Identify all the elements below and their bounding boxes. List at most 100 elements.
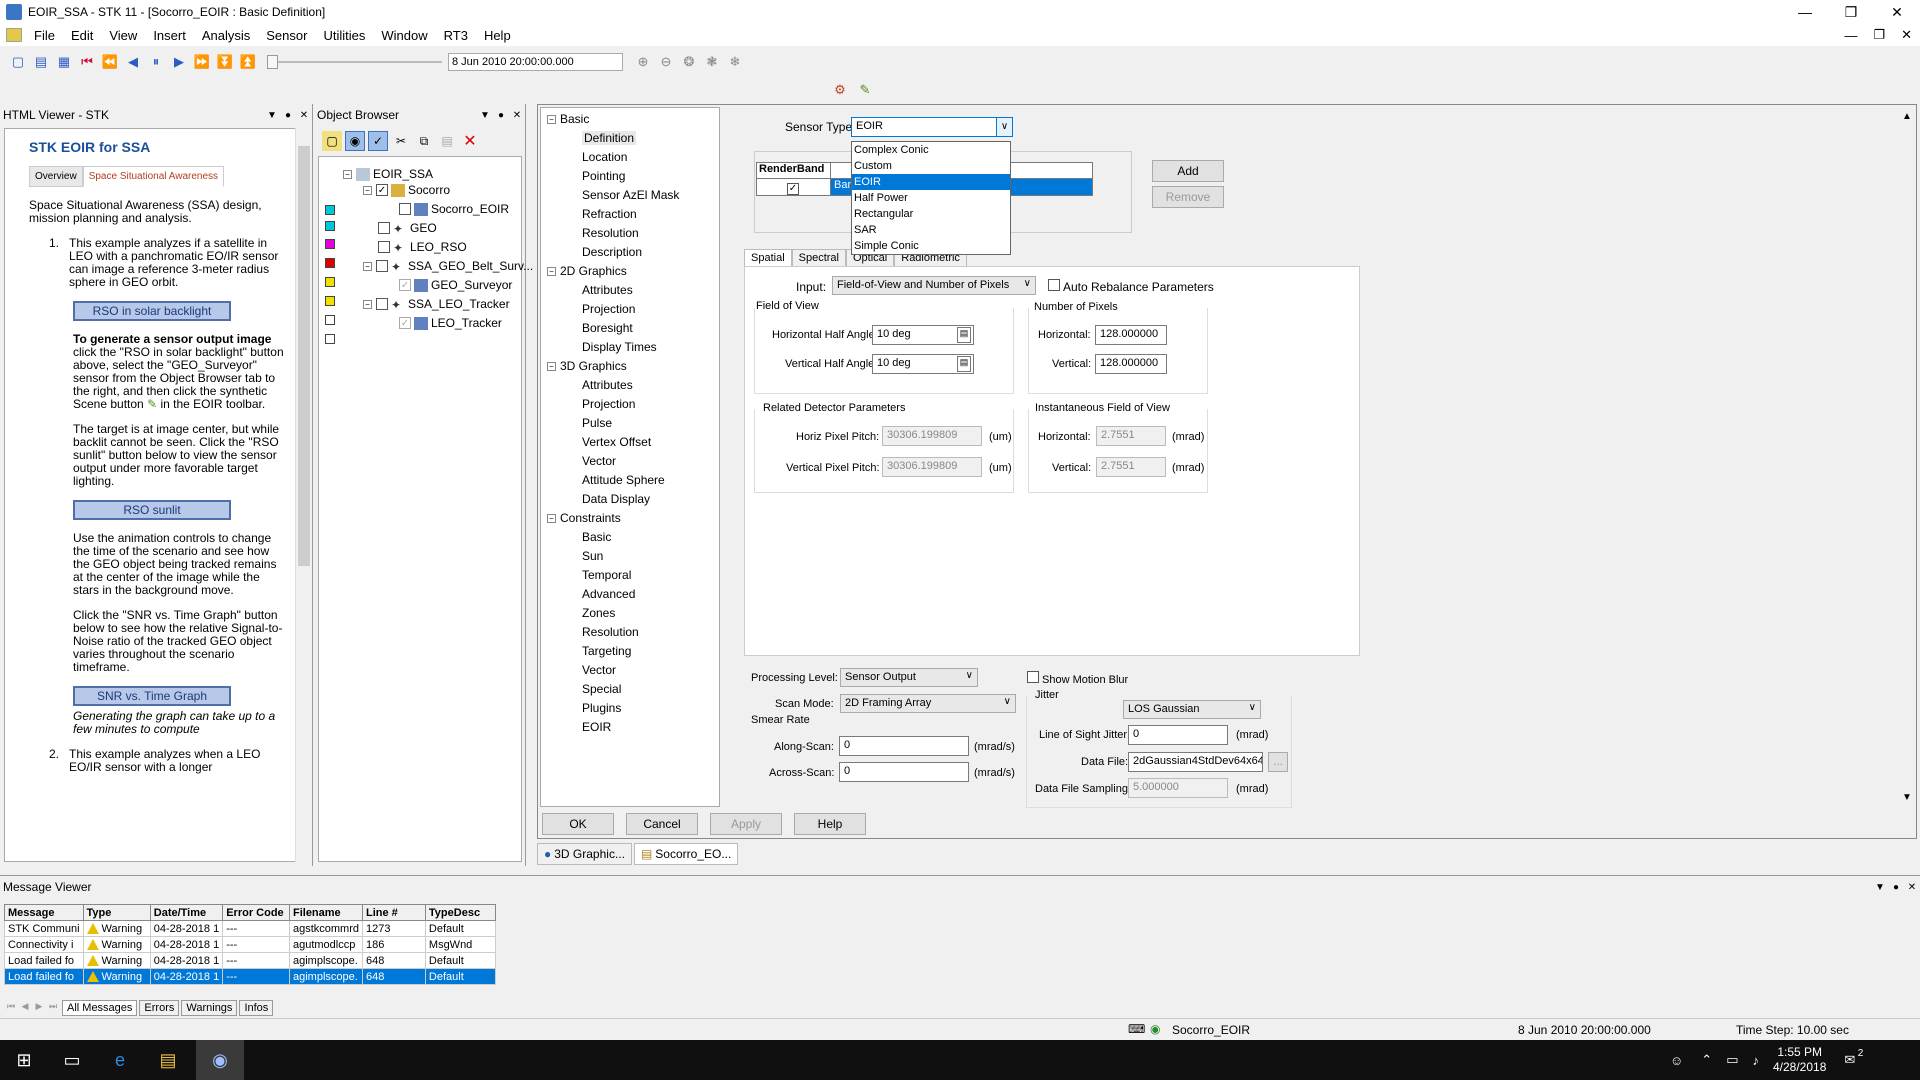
hv-tab-overview[interactable]: Overview [29, 166, 83, 187]
stk-taskbar-icon[interactable]: ◉ [196, 1040, 244, 1080]
delete-icon[interactable]: ✕ [460, 131, 480, 151]
dropdown-icon[interactable]: ▼ [1872, 882, 1888, 893]
tree-geo-surveyor[interactable]: ✓ GEO_Surveyor [399, 276, 512, 294]
nav-2d-boresight[interactable]: Boresight [582, 321, 633, 335]
col-error-code[interactable]: Error Code [222, 904, 290, 921]
nav-location[interactable]: Location [582, 150, 627, 164]
nav-group-3d[interactable]: −3D Graphics [547, 359, 627, 373]
pause-icon[interactable]: ⏸ [146, 52, 166, 72]
col-filename[interactable]: Filename [288, 904, 364, 921]
reset-icon[interactable]: ⏮ [77, 52, 97, 72]
nav-2d-projection[interactable]: Projection [582, 302, 635, 316]
menu-edit[interactable]: Edit [63, 28, 101, 43]
col-typedesc[interactable]: TypeDesc [424, 904, 497, 921]
option-custom[interactable]: Custom [852, 158, 1010, 174]
scroll-down-icon[interactable]: ▼ [1902, 792, 1912, 803]
checkbox[interactable]: ✓ [376, 184, 388, 196]
collapse-icon[interactable]: − [343, 169, 352, 179]
tab-warnings[interactable]: Warnings [181, 1000, 238, 1016]
zoom-in-icon[interactable]: ⊕ [633, 52, 653, 72]
close-icon[interactable]: ✕ [296, 110, 312, 121]
save-icon[interactable]: ▤ [31, 52, 51, 72]
los-jitter-field[interactable]: 0 [1128, 725, 1228, 745]
current-time-field[interactable]: 8 Jun 2010 20:00:00.000 [448, 53, 623, 71]
next-icon[interactable]: ▶ [32, 1001, 46, 1015]
auto-rebalance-checkbox[interactable] [1048, 279, 1060, 291]
nav-c-plugins[interactable]: Plugins [582, 701, 621, 715]
option-half-power[interactable]: Half Power [852, 190, 1010, 206]
checkbox[interactable]: ✓ [399, 317, 411, 329]
network-icon[interactable]: ▭ [1726, 1052, 1738, 1068]
col-line[interactable]: Line # [362, 904, 426, 921]
nav-c-targeting[interactable]: Targeting [582, 644, 631, 658]
zoom-out-icon[interactable]: ⊖ [656, 52, 676, 72]
scroll-thumb[interactable] [298, 146, 310, 566]
edge-browser-icon[interactable]: e [96, 1040, 144, 1080]
menu-sensor[interactable]: Sensor [258, 28, 315, 43]
color-wheel-icon[interactable]: ◉ [345, 131, 365, 151]
home-view-icon[interactable]: ❂ [679, 52, 699, 72]
slower-icon[interactable]: ⏬ [215, 52, 235, 72]
file-explorer-icon[interactable]: ▤ [144, 1040, 192, 1080]
tab-all-messages[interactable]: All Messages [62, 1000, 138, 1016]
chevron-up-icon[interactable]: ⌃ [1701, 1052, 1712, 1068]
col-type[interactable]: Type [82, 904, 151, 921]
tree-socorro-eoir[interactable]: Socorro_EOIR [399, 200, 509, 218]
tab-infos[interactable]: Infos [239, 1000, 274, 1016]
hpix-field[interactable]: 128.000000 [1095, 325, 1167, 345]
nav-definition[interactable]: Definition [582, 131, 637, 145]
tree-ssa-geo-belt[interactable]: − ✦ SSA_GEO_Belt_Surv... [363, 257, 533, 275]
tree-leo-tracker[interactable]: ✓ LEO_Tracker [399, 314, 502, 332]
rso-solar-backlight-button[interactable]: RSO in solar backlight [73, 301, 231, 321]
nav-c-vector[interactable]: Vector [582, 663, 616, 677]
checkbox[interactable] [378, 222, 390, 234]
new-object-icon[interactable]: ▢ [322, 131, 342, 151]
windows-start-icon[interactable]: ⊞ [0, 1040, 48, 1080]
nav-c-temporal[interactable]: Temporal [582, 568, 631, 582]
menu-window[interactable]: Window [373, 28, 435, 43]
nav-c-special[interactable]: Special [582, 682, 621, 696]
menu-insert[interactable]: Insert [145, 28, 194, 43]
play-icon[interactable]: ▶ [169, 52, 189, 72]
option-eoir[interactable]: EOIR [852, 174, 1010, 190]
menu-utilities[interactable]: Utilities [315, 28, 373, 43]
doc-tab-3d-graphics[interactable]: ● 3D Graphic... [537, 843, 632, 865]
notifications-icon[interactable]: ✉ 2 [1844, 1048, 1863, 1068]
nav-2d-attributes[interactable]: Attributes [582, 283, 633, 297]
tree-socorro[interactable]: − ✓ Socorro [363, 181, 450, 199]
nav-group-2d[interactable]: −2D Graphics [547, 264, 627, 278]
data-file-field[interactable]: 2dGaussian4StdDev64x64.c [1128, 752, 1263, 772]
people-icon[interactable]: ☺ [1670, 1053, 1683, 1068]
task-view-icon[interactable]: ▭ [48, 1040, 96, 1080]
scan-mode-select[interactable]: 2D Framing Array ∨ [840, 694, 1016, 713]
nav-3d-vector[interactable]: Vector [582, 454, 616, 468]
across-scan-field[interactable]: 0 [839, 762, 969, 782]
along-scan-field[interactable]: 0 [839, 736, 969, 756]
message-scrollbar[interactable] [1901, 904, 1918, 996]
nav-c-resolution[interactable]: Resolution [582, 625, 639, 639]
col-datetime[interactable]: Date/Time [149, 904, 224, 921]
message-row-selected[interactable]: Load failed fo Warning 04-28-2018 1 --- … [4, 968, 497, 985]
menu-file[interactable]: File [26, 28, 63, 43]
close-icon[interactable]: ✕ [1904, 882, 1920, 893]
nav-sensor-azel-mask[interactable]: Sensor AzEl Mask [582, 188, 679, 202]
tab-errors[interactable]: Errors [139, 1000, 180, 1016]
nav-3d-attributes[interactable]: Attributes [582, 378, 633, 392]
col-message[interactable]: Message [4, 904, 84, 921]
jitter-select[interactable]: LOS Gaussian ∨ [1123, 700, 1261, 719]
nav-c-advanced[interactable]: Advanced [582, 587, 635, 601]
motion-blur-option[interactable]: Show Motion Blur [1027, 671, 1128, 686]
menu-rt3[interactable]: RT3 [436, 28, 476, 43]
option-sar[interactable]: SAR [852, 222, 1010, 238]
option-complex-conic[interactable]: Complex Conic [852, 142, 1010, 158]
paste-icon[interactable]: ▤ [437, 131, 457, 151]
pin-icon[interactable]: ● [1888, 882, 1904, 893]
step-back-icon[interactable]: ⏪ [100, 52, 120, 72]
last-icon[interactable]: ⏭ [46, 1001, 60, 1015]
vpix-field[interactable]: 128.000000 [1095, 354, 1167, 374]
close-button[interactable]: ✕ [1874, 0, 1920, 24]
globe-view-icon[interactable]: ❄ [725, 52, 745, 72]
checkbox[interactable]: ✓ [399, 279, 411, 291]
option-rectangular[interactable]: Rectangular [852, 206, 1010, 222]
new-icon[interactable]: ▢ [8, 52, 28, 72]
